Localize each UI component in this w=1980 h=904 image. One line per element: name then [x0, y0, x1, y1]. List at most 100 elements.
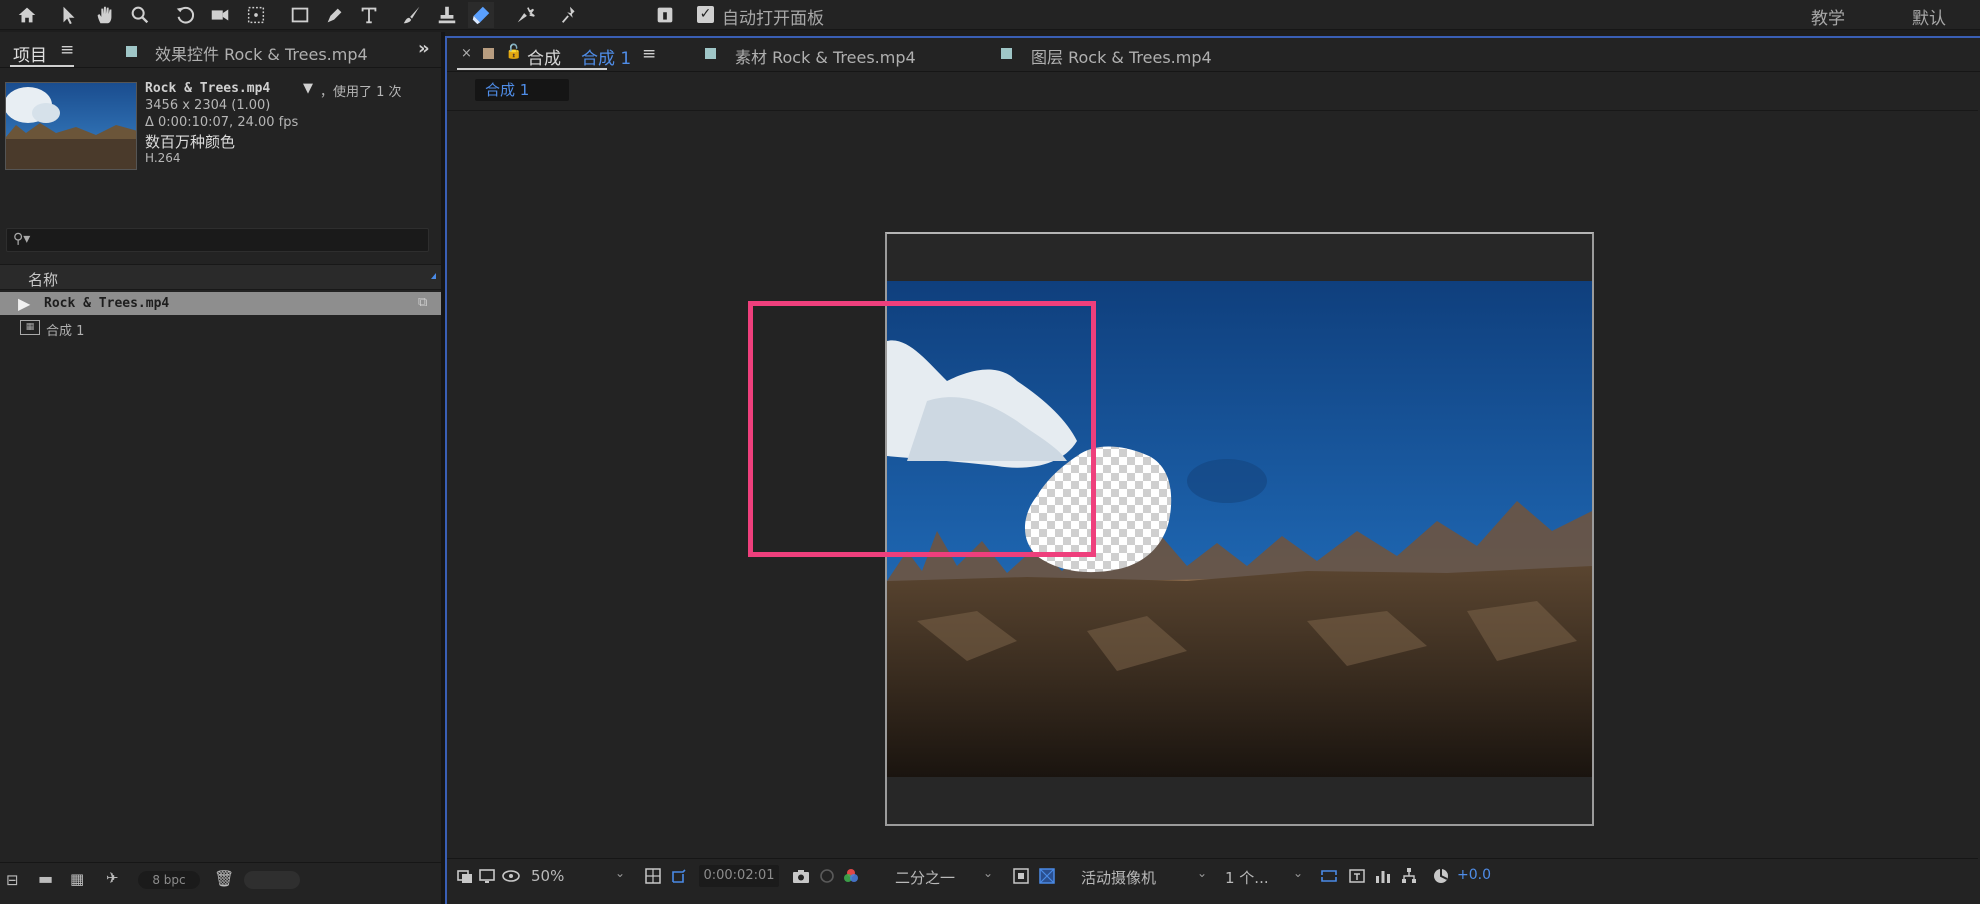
panel-toggle-icon[interactable] — [652, 2, 678, 28]
tab-layer[interactable]: 图层 Rock & Trees.mp4 — [1031, 44, 1212, 68]
active-tab-underline — [457, 68, 607, 70]
always-preview-icon[interactable] — [455, 866, 475, 886]
exposure-value[interactable]: +0.0 — [1457, 867, 1491, 883]
footage-name: Rock & Trees.mp4 — [145, 81, 271, 96]
footage-dimensions: 3456 x 2304 (1.00) — [145, 98, 271, 113]
chevron-down-icon[interactable]: ⌄ — [983, 866, 993, 880]
hand-tool-icon[interactable] — [92, 2, 118, 28]
color-channels-icon[interactable] — [841, 866, 861, 886]
show-snapshot-icon[interactable] — [817, 866, 837, 886]
timeline-icon[interactable] — [1347, 866, 1367, 886]
brush-tool-icon[interactable] — [399, 2, 425, 28]
label-color-icon — [483, 48, 494, 59]
label-color-icon — [705, 48, 716, 59]
clone-stamp-tool-icon[interactable] — [434, 2, 460, 28]
footage-thumbnail — [5, 82, 137, 170]
composition-breadcrumb[interactable]: 合成 1 — [475, 79, 569, 101]
roto-brush-tool-icon[interactable] — [513, 2, 539, 28]
footage-duration: Δ 0:00:10:07, 24.00 fps — [145, 115, 299, 130]
viewer-controls-bar: 50% ⌄ 0:00:02:01 二分之一 ⌄ 活动摄像机 ⌄ 1 个... ⌄… — [447, 858, 1978, 892]
composition-viewer[interactable] — [447, 110, 1978, 894]
project-panel-tabs: 项目 ≡ 效果控件 Rock & Trees.mp4 » — [0, 32, 441, 68]
camera-value[interactable]: 活动摄像机 — [1081, 867, 1156, 888]
text-tool-icon[interactable] — [356, 2, 382, 28]
magnification-value[interactable]: 50% — [531, 867, 564, 885]
chevron-down-icon[interactable]: ⌄ — [615, 866, 625, 880]
search-icon: ⚲▾ — [13, 231, 31, 247]
tab-composition-prefix[interactable]: 合成 — [527, 44, 561, 69]
panel-menu-icon[interactable]: ≡ — [642, 44, 656, 64]
selection-tool-icon[interactable] — [56, 2, 82, 28]
overflow-tabs-icon[interactable]: » — [418, 38, 430, 59]
composition-panel: × 🔓 合成 合成 1 ≡ 素材 Rock & Trees.mp4 图层 Roc… — [445, 36, 1980, 904]
project-item-footage[interactable]: ▶ Rock & Trees.mp4 ⧉ — [0, 292, 441, 315]
rotation-tool-icon[interactable] — [172, 2, 198, 28]
workspace-learn-tab[interactable]: 教学 — [1811, 4, 1845, 29]
chevron-down-icon[interactable]: ⌄ — [1197, 866, 1207, 880]
usage-dropdown-icon[interactable]: ▼ — [303, 81, 313, 96]
footage-usage: ，使用了 1 次 — [320, 85, 402, 100]
letterbox-top — [887, 234, 1592, 281]
reset-exposure-icon[interactable] — [1431, 866, 1451, 886]
grid-guides-icon[interactable] — [643, 866, 663, 886]
label-color-icon — [126, 46, 137, 57]
label-color-icon — [1001, 48, 1012, 59]
pixel-aspect-icon[interactable] — [1037, 866, 1057, 886]
tab-effect-controls[interactable]: 效果控件 Rock & Trees.mp4 — [155, 41, 368, 65]
render-queue-icon[interactable]: ✈ — [106, 869, 119, 887]
mask-visibility-icon[interactable] — [501, 866, 521, 886]
footage-codec: H.264 — [145, 151, 181, 165]
close-tab-icon[interactable]: × — [461, 46, 472, 61]
project-panel: 项目 ≡ 效果控件 Rock & Trees.mp4 » Rock & Tree… — [0, 32, 441, 904]
pan-behind-tool-icon[interactable] — [243, 2, 269, 28]
flowchart-icon[interactable]: ⧉ — [418, 295, 427, 310]
views-value[interactable]: 1 个... — [1225, 867, 1269, 888]
delete-icon[interactable]: 🗑 — [214, 869, 234, 888]
composition-icon: ▦ — [20, 320, 40, 335]
lock-icon[interactable]: 🔓 — [505, 44, 522, 60]
project-panel-footer: ⊟ ▬ ▦ ✈ 8 bpc 🗑 — [0, 862, 441, 896]
letterbox-bottom — [887, 777, 1592, 824]
zoom-tool-icon[interactable] — [127, 2, 153, 28]
resolution-value[interactable]: 二分之一 — [895, 867, 955, 888]
auto-open-panels-label: 自动打开面板 — [722, 9, 824, 29]
pen-tool-icon[interactable] — [322, 2, 348, 28]
comp-flowchart-icon[interactable] — [1373, 866, 1393, 886]
new-folder-icon[interactable]: ▬ — [38, 869, 53, 888]
rectangle-tool-icon[interactable] — [287, 2, 313, 28]
tools-toolbar: ✓ 自动打开面板 教学 默认 — [0, 0, 1980, 30]
column-header: 名称 — [0, 264, 441, 290]
current-time-display[interactable]: 0:00:02:01 — [699, 865, 779, 887]
chevron-down-icon[interactable]: ⌄ — [1293, 866, 1303, 880]
thumbnail-size-slider[interactable] — [244, 871, 300, 889]
project-search-input[interactable]: ⚲▾ — [6, 228, 429, 252]
camera-tool-icon[interactable] — [207, 2, 233, 28]
bit-depth-button[interactable]: 8 bpc — [138, 871, 200, 889]
project-item-composition[interactable]: ▦ 合成 1 — [0, 316, 441, 339]
footage-colors: 数百万种颜色 — [145, 133, 236, 151]
flowchart-icon[interactable] — [1399, 866, 1419, 886]
fast-previews-icon[interactable] — [1319, 866, 1339, 886]
cursor-arrow-icon: ▶ — [18, 294, 31, 313]
region-of-interest-icon[interactable] — [669, 866, 689, 886]
composition-panel-tabs: × 🔓 合成 合成 1 ≡ 素材 Rock & Trees.mp4 图层 Roc… — [447, 38, 1980, 72]
column-name-label[interactable]: 名称 — [28, 269, 58, 290]
tab-footage[interactable]: 素材 Rock & Trees.mp4 — [735, 44, 916, 68]
new-composition-icon[interactable]: ▦ — [70, 870, 84, 888]
tab-project[interactable]: 项目 — [13, 41, 47, 66]
snapshot-camera-icon[interactable] — [791, 866, 811, 886]
panel-menu-icon[interactable]: ≡ — [60, 40, 74, 60]
tab-composition-name[interactable]: 合成 1 — [581, 44, 631, 69]
puppet-pin-tool-icon[interactable] — [557, 2, 583, 28]
active-tab-underline — [10, 65, 74, 67]
toggle-transparency-grid-icon[interactable] — [1011, 866, 1031, 886]
project-item-label: Rock & Trees.mp4 — [44, 296, 170, 311]
monitor-icon[interactable] — [477, 866, 497, 886]
auto-open-panels-checkbox[interactable]: ✓ — [697, 6, 714, 23]
sort-arrow-icon[interactable] — [431, 273, 436, 279]
eraser-tool-icon[interactable] — [468, 2, 494, 28]
highlight-annotation-box — [748, 301, 1096, 557]
home-icon[interactable] — [14, 2, 40, 28]
workspace-default-tab[interactable]: 默认 — [1912, 4, 1946, 29]
interpret-footage-icon[interactable]: ⊟ — [6, 871, 19, 889]
